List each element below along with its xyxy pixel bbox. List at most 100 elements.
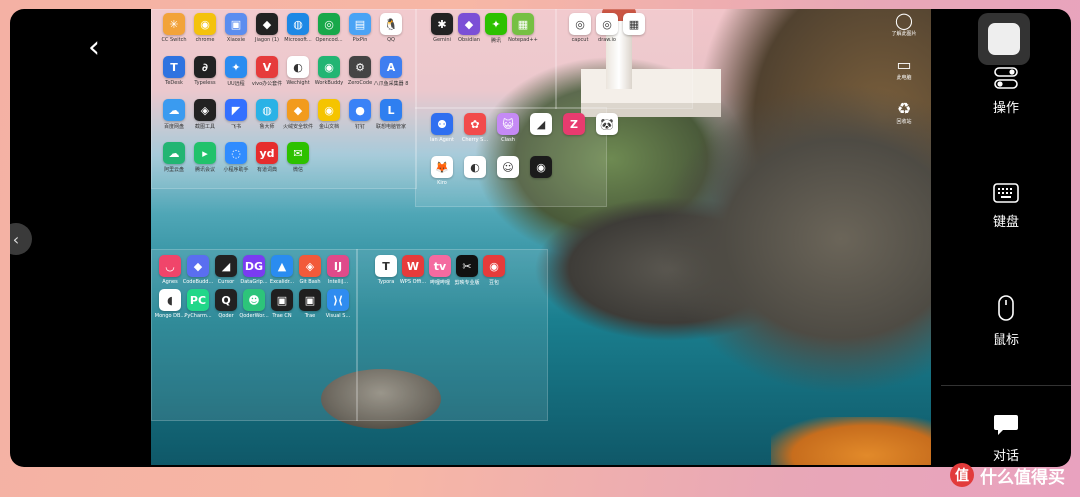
desktop-app-icon[interactable]: 🐼: [596, 113, 618, 135]
desktop-app-icon[interactable]: ◉ 豆包: [483, 255, 505, 286]
desktop-app-icon[interactable]: ✉ 微信: [287, 142, 309, 173]
desktop-app-icon[interactable]: ● 钉钉: [349, 99, 371, 130]
desktop-app-icon[interactable]: ◈ 截图工具: [194, 99, 216, 130]
desktop-app-icon[interactable]: ⚉ lan Agent: [430, 113, 454, 143]
desktop-app-icon[interactable]: T TeDesk: [163, 56, 185, 86]
app-glyph-icon: T: [382, 259, 390, 273]
desktop-app-icon[interactable]: PC PyCharm...: [184, 289, 212, 319]
app-glyph-icon: ⚙: [355, 60, 365, 74]
desktop-app-icon[interactable]: ◉ 金山文档: [318, 99, 340, 130]
desktop-app-icon[interactable]: yd 有道词典: [256, 142, 278, 173]
app-label: Notepad++: [508, 37, 538, 43]
desktop-app-icon[interactable]: ◈ Git Bash: [299, 255, 321, 285]
desktop-app-icon[interactable]: L 联想电脑管家: [376, 99, 406, 130]
side-collapse-handle[interactable]: ‹: [10, 223, 32, 255]
desktop-app-icon[interactable]: ◤ 飞书: [225, 99, 247, 130]
app-glyph-icon: 😺: [502, 117, 514, 131]
desktop-app-icon[interactable]: ☁ 阿里云盘: [163, 142, 185, 173]
desktop-app-icon[interactable]: ◐: [464, 156, 486, 178]
desktop-app-icon[interactable]: ◆ CodeBudd...: [183, 255, 213, 285]
desktop-app-icon[interactable]: ◢: [530, 113, 552, 135]
desktop-app-icon[interactable]: 🐧 QQ: [380, 13, 402, 43]
app-glyph-icon: ◡: [165, 259, 175, 273]
desktop-app-icon[interactable]: W WPS Offi...: [400, 255, 426, 285]
app-glyph-icon: ◈: [200, 103, 210, 117]
desktop-app-icon[interactable]: ✦ UU远程: [225, 56, 247, 87]
desktop-app-icon[interactable]: ▣ Trae CN: [271, 289, 293, 319]
desktop-app-icon[interactable]: 😺 Clash: [497, 113, 519, 143]
app-glyph-icon: ▣: [304, 293, 316, 307]
desktop-app-icon[interactable]: tv 哔哩哔哩: [429, 255, 451, 286]
desktop-app-icon[interactable]: Q Qoder: [215, 289, 237, 319]
desktop-app-icon[interactable]: A 八爪鱼采集器 8: [374, 56, 408, 87]
desktop-app-icon[interactable]: ▣ Trae: [299, 289, 321, 319]
app-label: draw.io: [598, 37, 616, 43]
desktop-app-icon[interactable]: ✿ Cherry S...: [462, 113, 488, 143]
desktop-app-icon[interactable]: ☁ 百度网盘: [163, 99, 185, 130]
desktop-app-icon[interactable]: 🦊 Kiro: [431, 156, 453, 186]
app-glyph-icon: ◐: [470, 160, 480, 174]
desktop-app-icon[interactable]: ◎ capcut: [569, 13, 591, 43]
desktop-app-icon[interactable]: ◐ Wechight: [286, 56, 310, 86]
desktop-app-icon[interactable]: ∂ Typeless: [194, 56, 216, 86]
desktop-app-icon[interactable]: ✦ 腾讯: [485, 13, 507, 44]
desktop-app-icon[interactable]: ✂ 剪映专业版: [454, 255, 480, 286]
back-button[interactable]: ‹: [74, 27, 114, 67]
app-glyph-icon: Z: [570, 117, 578, 131]
watermark-text: 什么值得买: [980, 467, 1065, 488]
desktop-app-icon[interactable]: ◆ 火绒安全软件: [283, 99, 313, 130]
desktop-app-icon[interactable]: ⚙ ZeroCode: [348, 56, 372, 86]
screen-thumbnail-button[interactable]: [978, 13, 1030, 65]
desktop-app-icon[interactable]: ◆ Jiagon (1): [255, 13, 279, 43]
desktop-system-icon[interactable]: ◯ 了解此图片: [891, 11, 917, 37]
desktop-app-icon[interactable]: IJ IntelliJ...: [327, 255, 349, 285]
app-label: 八爪鱼采集器 8: [373, 81, 409, 87]
chevron-left-icon: ‹: [12, 229, 20, 249]
desktop-app-icon[interactable]: ▦ Notepad++: [508, 13, 538, 43]
desktop-app-icon[interactable]: ◆ Obsidian: [458, 13, 480, 43]
desktop-app-icon[interactable]: ✳ CC Switch: [161, 13, 187, 43]
desktop-system-icon[interactable]: ▭ 此电脑: [891, 55, 917, 81]
operate-button[interactable]: 操作: [941, 67, 1071, 116]
desktop-app-icon[interactable]: ▦: [623, 13, 645, 35]
desktop-app-icon[interactable]: ◉ WorkBuddy: [315, 56, 343, 86]
app-glyph-icon: A: [386, 60, 396, 74]
app-glyph-icon: ◆: [464, 17, 474, 31]
desktop-app-icon[interactable]: ☻ QoderWor...: [239, 289, 269, 319]
app-glyph-icon: ◉: [200, 17, 210, 31]
desktop-app-icon[interactable]: ◍ 鲁大师: [256, 99, 278, 130]
chat-bubble-icon: [994, 415, 1018, 435]
desktop-app-icon[interactable]: ▤ PixPin: [349, 13, 371, 43]
desktop-app-icon[interactable]: ◢ Cursor: [215, 255, 237, 285]
system-glyph-icon: ◯: [895, 11, 913, 30]
desktop-app-icon[interactable]: ◉: [530, 156, 552, 178]
desktop-app-icon[interactable]: T Typora: [375, 255, 397, 285]
desktop-app-icon[interactable]: ▸ 腾讯会议: [194, 142, 216, 173]
mouse-button[interactable]: 鼠标: [941, 295, 1071, 348]
desktop-app-icon[interactable]: ◌ 小程序助手: [223, 142, 249, 173]
desktop-app-icon[interactable]: ◍ Microsoft...: [284, 13, 312, 43]
desktop-app-icon[interactable]: ☺: [497, 156, 519, 178]
desktop-app-icon[interactable]: ⟩⟨ Visual S...: [326, 289, 350, 319]
remote-desktop-screen[interactable]: ✳ CC Switch ◉ chrome ▣ Xiaoxie ◆ Jiagon (1) ◍ Mic…: [151, 9, 931, 465]
desktop-app-icon[interactable]: ◎ draw.io: [596, 13, 618, 43]
desktop-app-icon[interactable]: ▲ Excalidr...: [270, 255, 294, 285]
app-glyph-icon: 🦊: [435, 160, 449, 174]
keyboard-button[interactable]: 键盘: [941, 183, 1071, 230]
wallpaper-orange-rock: [771, 417, 931, 465]
desktop-app-icon[interactable]: ▣ Xiaoxie: [225, 13, 247, 43]
app-glyph-icon: L: [387, 103, 395, 117]
desktop-system-icon[interactable]: ♻ 回收站: [891, 99, 917, 125]
app-label: Visual S...: [325, 313, 351, 319]
app-glyph-icon: ✉: [293, 146, 303, 160]
desktop-app-icon[interactable]: ✱ Gemini: [431, 13, 453, 43]
desktop-app-icon[interactable]: DG DataGrip...: [240, 255, 268, 285]
chat-button[interactable]: 对话: [941, 413, 1071, 464]
app-glyph-icon: ⚉: [437, 117, 447, 131]
desktop-app-icon[interactable]: Vvivo办公套件: [252, 56, 282, 87]
desktop-app-icon[interactable]: ◉ chrome: [194, 13, 216, 43]
desktop-app-icon[interactable]: ◖ Mongo DB...: [155, 289, 185, 319]
desktop-app-icon[interactable]: ◡ Agnes: [159, 255, 181, 285]
desktop-app-icon[interactable]: Z: [563, 113, 585, 135]
desktop-app-icon[interactable]: ◎ Opencod...: [315, 13, 343, 43]
